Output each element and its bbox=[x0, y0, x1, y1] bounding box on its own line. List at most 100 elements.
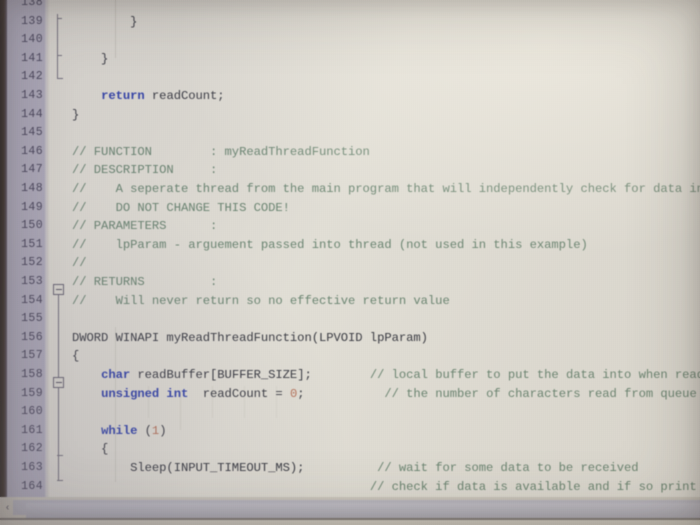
monitor-photo-screen: 138 139 } 140 141 } 142 143 return readCount;… bbox=[0, 0, 700, 525]
line-number: 150 bbox=[21, 219, 43, 233]
code-line-text[interactable]: Sleep(INPUT_TIMEOUT_MS); // wait for som… bbox=[72, 459, 639, 478]
fold-collapse-icon[interactable] bbox=[53, 284, 64, 295]
code-line-text[interactable]: // DESCRIPTION : bbox=[72, 161, 217, 180]
line-number: 151 bbox=[21, 237, 43, 251]
code-line[interactable]: 144} bbox=[0, 106, 700, 125]
code-token-plain: ( bbox=[137, 423, 152, 438]
code-line[interactable]: 151 // lpParam - arguement passed into th… bbox=[0, 236, 700, 255]
code-line-text[interactable]: DWORD WINAPI myReadThreadFunction(LPVOID… bbox=[72, 329, 428, 348]
code-line[interactable]: 161 while (1) bbox=[0, 422, 700, 441]
code-line[interactable]: 162 { bbox=[0, 440, 700, 459]
code-line[interactable]: 159 unsigned int readCount = 0; // the n… bbox=[0, 385, 700, 404]
line-number: 148 bbox=[21, 182, 43, 195]
code-line-text[interactable]: } bbox=[72, 50, 108, 69]
code-line[interactable]: 152 // bbox=[0, 254, 700, 273]
code-line-text[interactable]: // bbox=[72, 254, 87, 273]
code-token-cmt: // DO NOT CHANGE THIS CODE! bbox=[72, 200, 290, 215]
code-line-text[interactable]: // Will never return so no effective ret… bbox=[72, 292, 450, 311]
code-token-plain: DWORD WINAPI myReadThreadFunction(LPVOID… bbox=[72, 330, 428, 345]
code-line[interactable]: 141 } bbox=[0, 50, 700, 69]
code-line-text[interactable]: } bbox=[72, 13, 137, 32]
code-line[interactable]: 163 Sleep(INPUT_TIMEOUT_MS); // wait for… bbox=[0, 459, 700, 478]
scroll-left-arrow-icon[interactable]: ‹ bbox=[2, 500, 13, 515]
code-line[interactable]: 145 bbox=[0, 124, 700, 143]
code-line[interactable]: 138 bbox=[0, 0, 700, 13]
code-line[interactable]: 142 bbox=[0, 68, 700, 87]
horizontal-scrollbar-track[interactable] bbox=[13, 500, 700, 518]
code-line[interactable]: 157 { bbox=[0, 347, 700, 366]
line-number: 163 bbox=[21, 461, 43, 474]
line-number: 146 bbox=[21, 144, 43, 158]
code-token-plain: Sleep(INPUT_TIMEOUT_MS); bbox=[72, 461, 378, 475]
fold-scope-tick bbox=[57, 455, 63, 456]
code-token-cmt: // FUNCTION : myReadThreadFunction bbox=[72, 144, 370, 159]
code-line-text[interactable]: // lpParam - arguement passed into threa… bbox=[72, 236, 588, 255]
code-token-cmt: // DESCRIPTION : bbox=[72, 163, 218, 178]
code-line[interactable]: 146 // FUNCTION : myReadThreadFunction bbox=[0, 143, 700, 162]
code-token-plain: readCount; bbox=[144, 89, 225, 103]
code-line-text[interactable]: return readCount; bbox=[72, 87, 225, 106]
horizontal-scrollbar-thumb[interactable] bbox=[26, 503, 700, 518]
code-line[interactable]: 148 // A seperate thread from the main pr… bbox=[0, 180, 700, 199]
code-editor-surface[interactable]: 138 139 } 140 141 } 142 143 return readCount;… bbox=[0, 0, 700, 497]
code-line-text[interactable]: { bbox=[72, 347, 79, 366]
code-line[interactable]: 143 return readCount; bbox=[0, 87, 700, 106]
code-line-text[interactable]: char readBuffer[BUFFER_SIZE]; // local b… bbox=[72, 366, 700, 385]
code-line-text[interactable]: // check if data is available and if so … bbox=[72, 478, 700, 497]
code-line[interactable]: 153 // RETURNS : bbox=[0, 273, 700, 292]
line-number: 155 bbox=[21, 312, 43, 326]
code-token-plain: ; bbox=[297, 386, 385, 401]
line-number: 154 bbox=[21, 293, 43, 307]
code-text-area[interactable]: 138 139 } 140 141 } 142 143 return readCount;… bbox=[0, 0, 700, 497]
code-line[interactable]: 154 // Will never return so no effective … bbox=[0, 292, 700, 311]
line-number: 147 bbox=[21, 163, 43, 177]
code-line[interactable]: 150 // PARAMETERS : bbox=[0, 217, 700, 236]
fold-scope-tick bbox=[57, 55, 62, 56]
code-line[interactable]: 164 // check if data is available and if… bbox=[0, 478, 700, 497]
fold-scope-tick bbox=[57, 18, 62, 19]
code-line[interactable]: 155 bbox=[0, 310, 700, 329]
code-token-kw: while bbox=[101, 423, 138, 438]
window-bottom-strip bbox=[0, 520, 700, 525]
code-line-text[interactable]: // A seperate thread from the main progr… bbox=[72, 180, 700, 199]
fold-collapse-icon[interactable] bbox=[53, 377, 64, 388]
code-line[interactable]: 160 bbox=[0, 403, 700, 422]
horizontal-scrollbar[interactable]: ‹ bbox=[0, 497, 700, 525]
code-line-text[interactable]: { bbox=[72, 440, 108, 459]
monitor-bezel-left-edge bbox=[0, 0, 7, 497]
line-number: 149 bbox=[21, 200, 43, 214]
line-number: 164 bbox=[21, 479, 43, 493]
code-line[interactable]: 147 // DESCRIPTION : bbox=[0, 161, 700, 180]
line-number: 153 bbox=[21, 275, 43, 288]
code-line[interactable]: 156 DWORD WINAPI myReadThreadFunction(LPV… bbox=[0, 329, 700, 348]
code-line-text[interactable]: // RETURNS : bbox=[72, 273, 217, 292]
code-line-text[interactable]: // DO NOT CHANGE THIS CODE! bbox=[72, 199, 290, 218]
code-line-text[interactable]: // FUNCTION : myReadThreadFunction bbox=[72, 143, 370, 162]
code-token-plain: readCount = bbox=[188, 386, 290, 401]
code-token-cmt: // wait for some data to be received bbox=[377, 461, 639, 475]
line-number: 143 bbox=[21, 89, 43, 102]
line-number: 160 bbox=[21, 405, 43, 419]
line-number: 144 bbox=[21, 107, 43, 121]
code-token-plain: } bbox=[72, 14, 138, 29]
code-token-plain: { bbox=[72, 349, 80, 364]
line-number: 152 bbox=[21, 256, 43, 270]
code-line-text[interactable]: unsigned int readCount = 0; // the numbe… bbox=[72, 385, 697, 404]
code-line-text[interactable]: } bbox=[72, 106, 79, 125]
code-line-text[interactable]: // PARAMETERS : bbox=[72, 217, 217, 236]
code-token-cmt: // bbox=[72, 256, 87, 271]
code-line[interactable]: 140 bbox=[0, 31, 700, 50]
code-line[interactable]: 158 char readBuffer[BUFFER_SIZE]; // loc… bbox=[0, 366, 700, 385]
code-line[interactable]: 139 } bbox=[0, 13, 700, 32]
code-line[interactable]: 149 // DO NOT CHANGE THIS CODE! bbox=[0, 199, 700, 218]
code-line-text[interactable]: while (1) bbox=[72, 422, 166, 441]
code-token-kw: return bbox=[101, 89, 145, 103]
code-token-plain: readBuffer[BUFFER_SIZE]; bbox=[130, 368, 370, 382]
line-number: 156 bbox=[21, 330, 43, 344]
code-token-kw: unsigned int bbox=[101, 386, 189, 401]
line-number: 139 bbox=[21, 14, 43, 28]
line-number: 138 bbox=[21, 0, 43, 9]
